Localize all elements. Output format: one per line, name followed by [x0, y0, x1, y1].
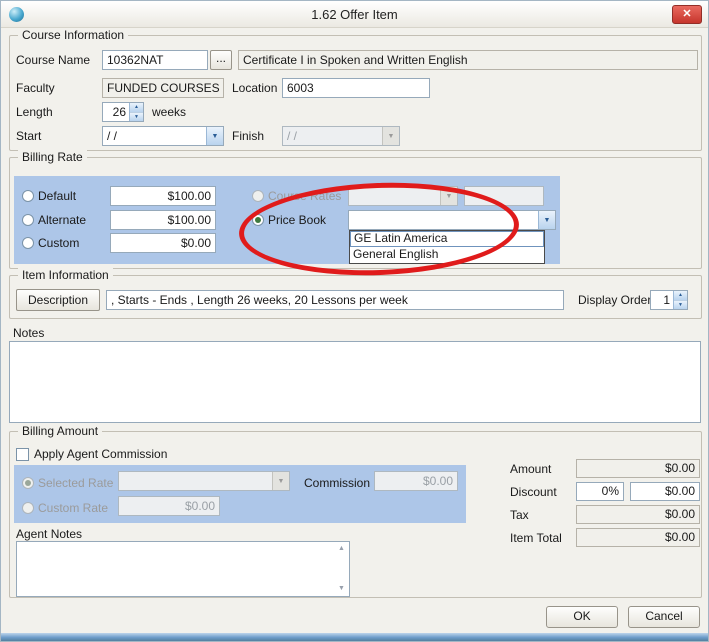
faculty-field: FUNDED COURSES [102, 78, 224, 98]
default-rate-radio[interactable] [22, 190, 34, 202]
billing-amount-legend: Billing Amount [18, 424, 102, 439]
course-information-group: Course Information Course Name 10362NAT … [9, 35, 702, 151]
commission-input[interactable]: $0.00 [374, 471, 458, 491]
faculty-label: Faculty [16, 78, 55, 98]
finish-date-combo[interactable]: / / ▼ [282, 126, 400, 146]
title-bar: 1.62 Offer Item ✕ [1, 1, 708, 28]
display-order-label: Display Order [578, 290, 651, 310]
price-book-label: Price Book [268, 210, 326, 230]
course-rates-amount-field[interactable] [464, 186, 544, 206]
price-book-radio[interactable] [252, 214, 264, 226]
custom-rate-input[interactable]: $0.00 [118, 496, 220, 516]
billing-amount-group: Billing Amount Apply Agent Commission Se… [9, 431, 702, 598]
course-browse-button[interactable]: ... [210, 50, 232, 70]
custom-rate-label: Custom Rate [38, 498, 108, 518]
course-rates-radio[interactable] [252, 190, 264, 202]
start-date-combo[interactable]: / / ▼ [102, 126, 224, 146]
selected-rate-radio[interactable] [22, 477, 34, 489]
commission-label: Commission [304, 473, 370, 493]
tax-field: $0.00 [576, 505, 700, 524]
spin-up-icon: ▲ [130, 103, 143, 112]
cancel-button[interactable]: Cancel [628, 606, 700, 628]
bottom-gradient-strip [1, 633, 708, 641]
spin-down-icon: ▼ [674, 300, 687, 310]
length-unit-label: weeks [152, 102, 186, 122]
price-book-dropdown-list: GE Latin America General English [349, 230, 545, 264]
length-value: 26 [103, 103, 129, 121]
item-total-field: $0.00 [576, 528, 700, 547]
chevron-down-icon: ▼ [440, 187, 457, 205]
course-information-legend: Course Information [18, 28, 128, 43]
tax-label: Tax [510, 505, 529, 525]
course-name-input[interactable]: 10362NAT [102, 50, 208, 70]
agent-notes-textarea[interactable] [16, 541, 350, 597]
price-book-value [349, 211, 538, 229]
price-book-option[interactable]: GE Latin America [350, 231, 544, 247]
amount-label: Amount [510, 459, 551, 479]
commission-panel: Selected Rate ▼ Commission $0.00 Custom … [14, 465, 466, 523]
custom-rate-radio[interactable] [22, 502, 34, 514]
apply-agent-commission-checkbox[interactable] [16, 448, 29, 461]
ellipsis-icon: ... [216, 51, 226, 65]
length-stepper[interactable]: 26 ▲ ▼ [102, 102, 144, 122]
default-rate-label: Default [38, 186, 76, 206]
length-label: Length [16, 102, 53, 122]
course-title-field: Certificate I in Spoken and Written Engl… [238, 50, 698, 70]
notes-label: Notes [13, 323, 44, 343]
start-label: Start [16, 126, 41, 146]
finish-label: Finish [232, 126, 264, 146]
selected-rate-label: Selected Rate [38, 473, 113, 493]
length-stepper-buttons[interactable]: ▲ ▼ [129, 103, 143, 121]
custom-rate-radio-billing[interactable] [22, 237, 34, 249]
price-book-combo[interactable]: ▼ [348, 210, 556, 230]
course-rates-value [349, 187, 440, 205]
scroll-down-icon[interactable]: ▼ [338, 585, 345, 593]
spin-up-icon: ▲ [674, 291, 687, 300]
discount-percent-input[interactable]: 0% [576, 482, 624, 501]
item-total-label: Item Total [510, 528, 562, 548]
chevron-down-icon: ▼ [382, 127, 399, 145]
item-information-group: Item Information Description , Starts - … [9, 275, 702, 319]
chevron-down-icon: ▼ [538, 211, 555, 229]
scroll-up-icon[interactable]: ▲ [338, 545, 345, 553]
selected-rate-value [119, 472, 272, 490]
price-book-option[interactable]: General English [350, 247, 544, 263]
alternate-rate-radio[interactable] [22, 214, 34, 226]
close-button[interactable]: ✕ [672, 5, 702, 24]
alternate-rate-label: Alternate [38, 210, 86, 230]
billing-rate-group: Billing Rate Default $100.00 Course Rate… [9, 157, 702, 269]
billing-rate-legend: Billing Rate [18, 150, 87, 165]
notes-textarea[interactable] [9, 341, 701, 423]
course-name-label: Course Name [16, 50, 90, 70]
amount-field: $0.00 [576, 459, 700, 478]
apply-agent-commission-label: Apply Agent Commission [34, 444, 167, 464]
window-title: 1.62 Offer Item [1, 1, 708, 28]
close-icon: ✕ [682, 8, 691, 20]
ok-button[interactable]: OK [546, 606, 618, 628]
description-input[interactable]: , Starts - Ends , Length 26 weeks, 20 Le… [106, 290, 564, 310]
selected-rate-combo[interactable]: ▼ [118, 471, 290, 491]
chevron-down-icon: ▼ [206, 127, 223, 145]
custom-rate-input-billing[interactable]: $0.00 [110, 233, 216, 253]
alternate-rate-input[interactable]: $100.00 [110, 210, 216, 230]
display-order-stepper[interactable]: 1 ▲ ▼ [650, 290, 688, 310]
chevron-down-icon: ▼ [272, 472, 289, 490]
offer-item-dialog: 1.62 Offer Item ✕ Course Information Cou… [0, 0, 709, 642]
start-date-value: / / [103, 127, 206, 145]
spin-down-icon: ▼ [130, 112, 143, 122]
discount-label: Discount [510, 482, 557, 502]
custom-rate-label-billing: Custom [38, 233, 79, 253]
default-rate-input[interactable]: $100.00 [110, 186, 216, 206]
display-order-stepper-buttons[interactable]: ▲ ▼ [673, 291, 687, 309]
discount-amount-input[interactable]: $0.00 [630, 482, 700, 501]
description-button[interactable]: Description [16, 289, 100, 311]
finish-date-value: / / [283, 127, 382, 145]
course-rates-combo[interactable]: ▼ [348, 186, 458, 206]
course-rates-label: Course Rates [268, 186, 341, 206]
display-order-value: 1 [651, 291, 673, 309]
location-input[interactable]: 6003 [282, 78, 430, 98]
location-label: Location [232, 78, 277, 98]
item-information-legend: Item Information [18, 268, 113, 283]
